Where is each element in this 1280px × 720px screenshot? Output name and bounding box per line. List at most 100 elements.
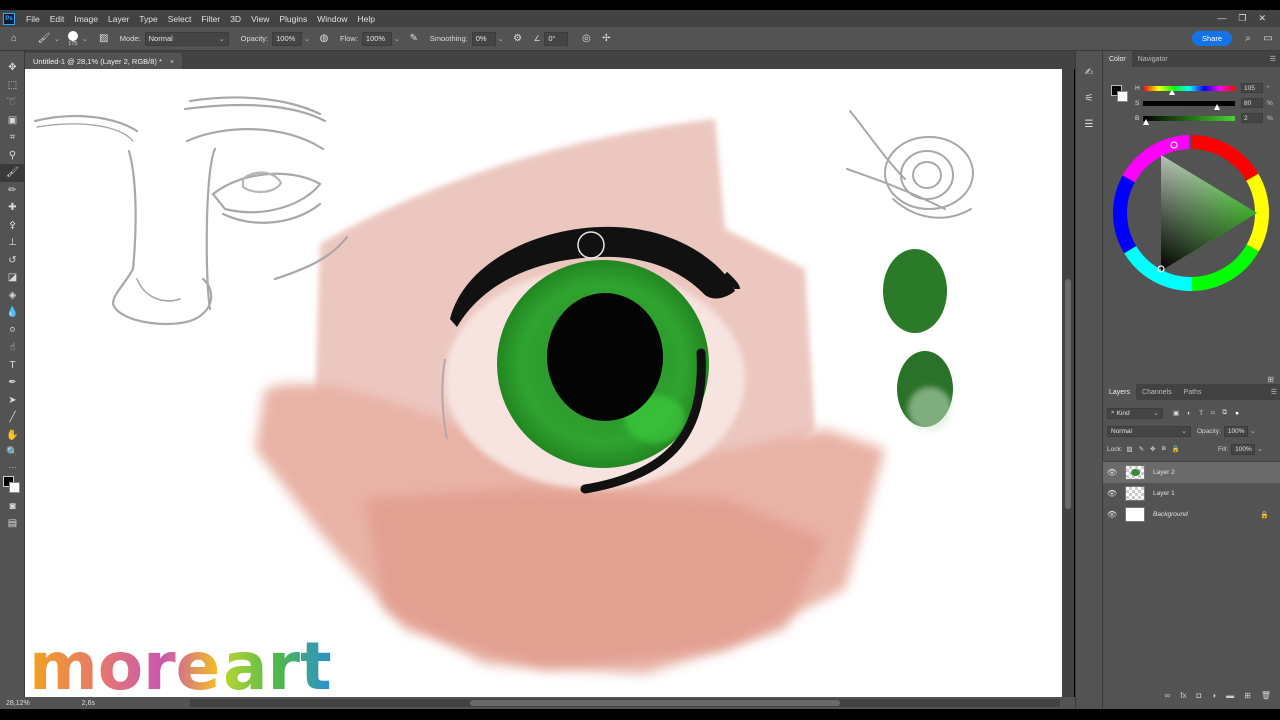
status-info[interactable]: 2,6s [82, 700, 95, 707]
layer-thumbnail[interactable] [1125, 507, 1145, 522]
close-icon[interactable]: × [170, 57, 174, 66]
chevron-down-icon[interactable]: ⌄ [1250, 427, 1256, 435]
brushes-panel-icon[interactable]: ⚟ [1076, 87, 1102, 109]
saturation-slider[interactable] [1143, 100, 1235, 110]
pen-tool-icon[interactable]: ✒ [0, 374, 25, 392]
menu-file[interactable]: File [21, 14, 45, 24]
paint-bucket-tool-icon[interactable]: ◈ [0, 287, 25, 305]
layer-filter-select[interactable]: ⌕ Kind ⌄ [1107, 407, 1163, 419]
mode-select[interactable]: Normal ⌄ [144, 31, 229, 46]
filter-smart-object-icon[interactable]: ⧉ [1222, 409, 1227, 417]
layer-thumbnail[interactable] [1125, 486, 1145, 501]
pencil-tool-icon[interactable]: ✏ [0, 182, 25, 200]
tab-paths[interactable]: Paths [1178, 384, 1208, 400]
line-tool-icon[interactable]: ╱ [0, 409, 25, 427]
link-layers-icon[interactable]: ∞ [1165, 691, 1171, 700]
artwork[interactable]: more art [25, 69, 1062, 697]
layer-name[interactable]: Background [1153, 511, 1188, 518]
stamp-tool-icon[interactable]: ⊥ [0, 234, 25, 252]
document-tab[interactable]: Untitled-1 @ 28,1% (Layer 2, RGB/8) * × [25, 53, 183, 69]
new-layer-icon[interactable]: ⊞ [1244, 691, 1251, 700]
more-tools-icon[interactable]: ··· [0, 462, 25, 474]
screen-mode-icon[interactable]: ▤ [0, 515, 25, 533]
layer-row-layer-1[interactable]: 👁 Layer 1 [1103, 483, 1280, 504]
filter-pixel-icon[interactable]: ▣ [1173, 409, 1179, 417]
color-swatches[interactable] [0, 474, 24, 498]
new-group-icon[interactable]: ▬ [1226, 691, 1234, 700]
scroll-thumb[interactable] [470, 700, 840, 706]
brush-preset-picker[interactable]: 175 [67, 30, 78, 47]
saturation-field[interactable]: 80 [1241, 98, 1263, 108]
smoothing-options-gear-icon[interactable]: ⚙ [510, 31, 526, 47]
filter-shape-icon[interactable]: ⌑ [1211, 409, 1214, 417]
scroll-thumb[interactable] [1065, 279, 1071, 509]
brush-picker-chevron-icon[interactable]: ⌄ [82, 35, 88, 43]
type-tool-icon[interactable]: T [0, 357, 25, 375]
lock-artboard-icon[interactable]: ⧈ [1162, 445, 1166, 453]
menu-filter[interactable]: Filter [196, 14, 225, 24]
layer-style-fx-icon[interactable]: fx [1180, 691, 1186, 700]
lock-position-icon[interactable]: ✥ [1150, 445, 1155, 453]
layer-opacity-field[interactable]: 100% [1223, 425, 1248, 437]
chevron-down-icon[interactable]: ⌄ [498, 35, 504, 43]
blend-mode-select[interactable]: Normal ⌄ [1107, 425, 1191, 437]
airbrush-icon[interactable]: ✎ [406, 31, 422, 47]
panel-menu-icon[interactable]: ☰ [1270, 55, 1276, 63]
close-button[interactable]: ✕ [1258, 13, 1266, 24]
smudge-tool-icon[interactable]: ☝ [0, 339, 25, 357]
object-select-tool-icon[interactable]: ▣ [0, 112, 25, 130]
menu-window[interactable]: Window [312, 14, 352, 24]
tool-preset-chevron-icon[interactable]: ⌄ [54, 35, 60, 43]
menu-view[interactable]: View [246, 14, 274, 24]
horizontal-scrollbar[interactable] [190, 699, 1060, 707]
chevron-down-icon[interactable]: ⌄ [1257, 445, 1263, 453]
layer-name[interactable]: Layer 1 [1153, 490, 1175, 497]
filter-toggle-icon[interactable]: ● [1235, 410, 1239, 417]
menu-layer[interactable]: Layer [103, 14, 134, 24]
zoom-tool-icon[interactable]: 🔍 [0, 444, 25, 462]
crop-tool-icon[interactable]: ⌗ [0, 129, 25, 147]
slider-thumb[interactable] [1169, 88, 1175, 95]
visibility-eye-icon[interactable]: 👁 [1103, 510, 1121, 519]
move-tool-icon[interactable]: ✥ [0, 59, 25, 77]
hand-tool-icon[interactable]: ✋ [0, 427, 25, 445]
opacity-field[interactable]: 100% [272, 31, 303, 46]
home-icon[interactable]: ⌂ [6, 31, 22, 47]
healing-tool-icon[interactable]: ✚ [0, 199, 25, 217]
brush-tool-icon[interactable]: 🖌 [0, 164, 25, 182]
marquee-tool-icon[interactable]: ⬚ [0, 77, 25, 95]
pressure-size-icon[interactable]: ◎ [578, 31, 594, 47]
slider-thumb[interactable] [1143, 118, 1149, 125]
pressure-opacity-icon[interactable]: ◍ [316, 31, 332, 47]
brightness-slider[interactable] [1143, 115, 1235, 125]
layer-row-background[interactable]: 👁 Background 🔒 [1103, 504, 1280, 525]
background-color-chip[interactable] [1117, 91, 1128, 102]
brush-settings-panel-icon[interactable]: ✍ [1076, 61, 1102, 83]
color-wheel[interactable] [1103, 131, 1280, 311]
tab-layers[interactable]: Layers [1103, 384, 1137, 400]
history-brush-tool-icon[interactable]: ↺ [0, 252, 25, 270]
smoothing-field[interactable]: 0% [471, 31, 496, 46]
filter-adjustment-icon[interactable]: ◐ [1187, 410, 1191, 417]
symmetry-butterfly-icon[interactable]: ✢ [598, 31, 614, 47]
adjustment-layer-icon[interactable]: ◑ [1211, 691, 1216, 700]
menu-plugins[interactable]: Plugins [274, 14, 312, 24]
visibility-eye-icon[interactable]: 👁 [1103, 489, 1121, 498]
menu-edit[interactable]: Edit [45, 14, 70, 24]
brightness-field[interactable]: 2 [1241, 113, 1263, 123]
lock-image-icon[interactable]: ✎ [1139, 445, 1144, 453]
fill-field[interactable]: 100% [1231, 443, 1256, 455]
chevron-down-icon[interactable]: ⌄ [394, 35, 400, 43]
lock-all-icon[interactable]: 🔒 [1172, 445, 1180, 453]
menu-select[interactable]: Select [163, 14, 197, 24]
menu-image[interactable]: Image [69, 14, 103, 24]
path-select-tool-icon[interactable]: ➤ [0, 392, 25, 410]
add-mask-icon[interactable]: ◘ [1196, 691, 1201, 700]
canvas[interactable]: more art [25, 69, 1062, 697]
layer-row-layer-2[interactable]: 👁 Layer 2 [1103, 462, 1280, 483]
share-button[interactable]: Share [1191, 31, 1232, 46]
dodge-tool-icon[interactable]: ⚪ [0, 322, 25, 340]
background-swatch[interactable] [9, 481, 20, 493]
clone-stamp-tool-icon[interactable]: ⚴ [0, 217, 25, 235]
visibility-eye-icon[interactable]: 👁 [1103, 468, 1121, 477]
